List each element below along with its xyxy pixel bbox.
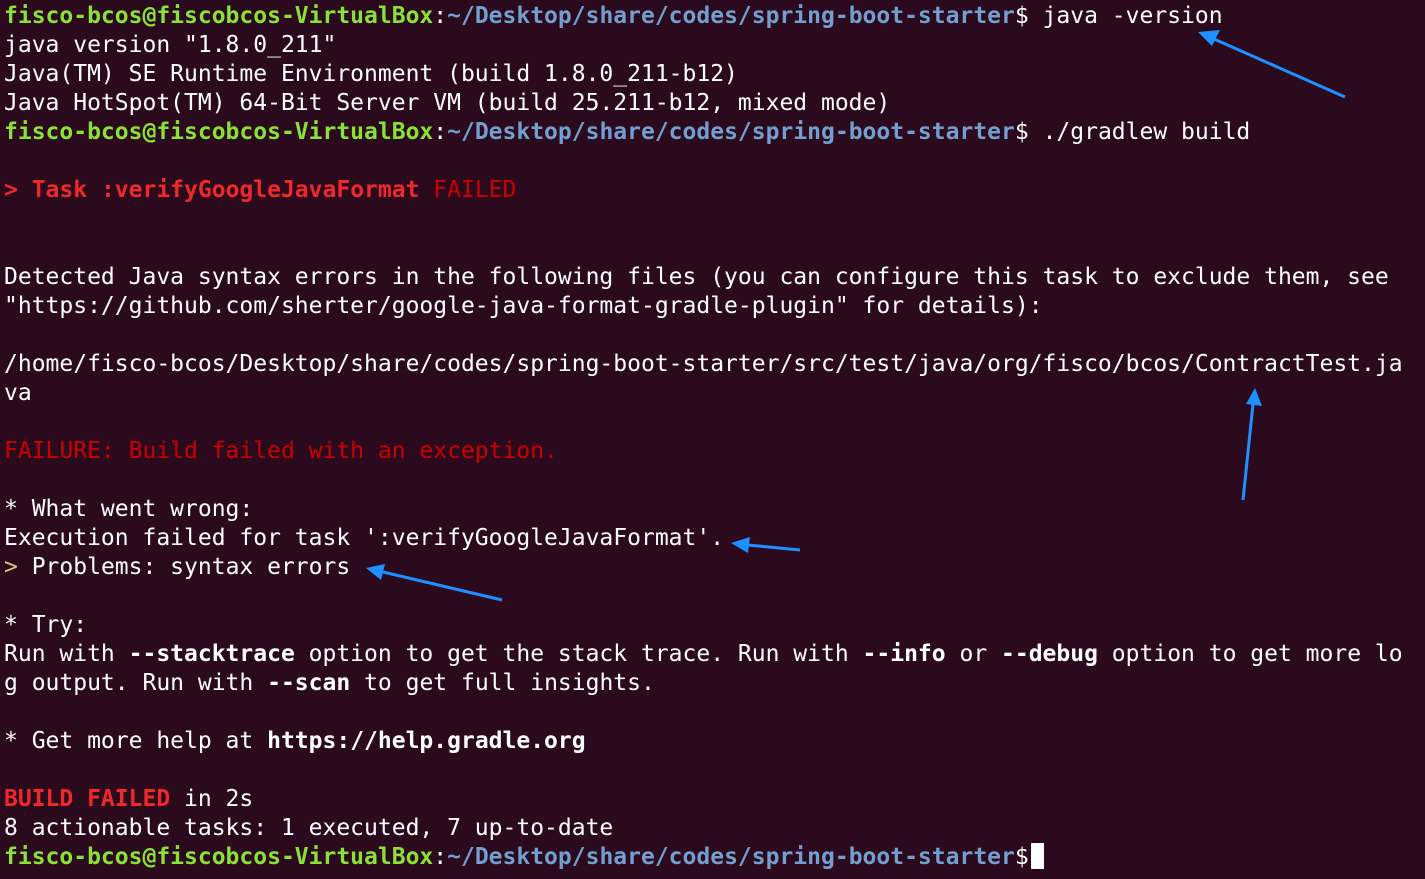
run-text: Run with xyxy=(4,641,129,667)
prompt-path: ~/Desktop/share/codes/spring-boot-starte… xyxy=(447,119,1015,145)
output-line: Execution failed for task ':verifyGoogle… xyxy=(4,525,725,551)
output-line: "https://github.com/sherter/google-java-… xyxy=(4,293,1043,319)
problems-line: > Problems: syntax errors xyxy=(4,553,1425,582)
task-line: > Task :verifyGoogleJavaFormat FAILED xyxy=(4,176,1425,205)
prompt-line: fisco-bcos@fiscobcos-VirtualBox:~/Deskto… xyxy=(4,118,1425,147)
try-line: g output. Run with --scan to get full in… xyxy=(4,669,1425,698)
prompt-line: fisco-bcos@fiscobcos-VirtualBox:~/Deskto… xyxy=(4,2,1425,31)
prompt-path: ~/Desktop/share/codes/spring-boot-starte… xyxy=(447,844,1015,870)
problems-arrow: > xyxy=(4,554,18,580)
run-text: g output. Run with xyxy=(4,670,268,696)
output-line: 8 actionable tasks: 1 executed, 7 up-to-… xyxy=(4,815,614,841)
failure-line: FAILURE: Build failed with an exception. xyxy=(4,438,558,464)
output-line: Detected Java syntax errors in the follo… xyxy=(4,264,1389,290)
scan-flag: --scan xyxy=(267,670,351,696)
build-result-line: BUILD FAILED in 2s xyxy=(4,785,1425,814)
prompt-user-host: fisco-bcos@fiscobcos-VirtualBox xyxy=(4,3,434,29)
output-line: * Try: xyxy=(4,612,88,638)
terminal-window[interactable]: fisco-bcos@fiscobcos-VirtualBox:~/Deskto… xyxy=(0,0,1425,879)
prompt-symbol: $ xyxy=(1014,3,1029,29)
command-text: ./gradlew build xyxy=(1028,119,1251,145)
help-text: * Get more help at xyxy=(4,728,268,754)
build-failed-label: BUILD FAILED xyxy=(4,786,171,812)
output-line: java version "1.8.0_211" xyxy=(4,32,337,58)
command-text: java -version xyxy=(1028,3,1223,29)
prompt-colon: : xyxy=(433,3,448,29)
debug-flag: --debug xyxy=(1001,641,1098,667)
prompt-path: ~/Desktop/share/codes/spring-boot-starte… xyxy=(447,3,1015,29)
prompt-colon: : xyxy=(433,844,448,870)
output-line: Java(TM) SE Runtime Environment (build 1… xyxy=(4,61,738,87)
try-line: Run with --stacktrace option to get the … xyxy=(4,640,1425,669)
run-text: option to get the stack trace. Run with xyxy=(294,641,863,667)
problems-text: Problems: syntax errors xyxy=(17,554,351,580)
prompt-line: fisco-bcos@fiscobcos-VirtualBox:~/Deskto… xyxy=(4,843,1425,872)
info-flag: --info xyxy=(862,641,946,667)
run-text: option to get more lo xyxy=(1097,641,1403,667)
task-status: FAILED xyxy=(419,177,517,203)
task-arrow: > xyxy=(4,177,18,203)
help-link[interactable]: https://help.gradle.org xyxy=(267,728,586,754)
prompt-symbol: $ xyxy=(1014,119,1029,145)
prompt-colon: : xyxy=(433,119,448,145)
task-label: Task :verifyGoogleJavaFormat xyxy=(17,177,420,203)
build-time: in 2s xyxy=(170,786,254,812)
stacktrace-flag: --stacktrace xyxy=(128,641,295,667)
prompt-user-host: fisco-bcos@fiscobcos-VirtualBox xyxy=(4,844,434,870)
prompt-symbol: $ xyxy=(1014,844,1029,870)
run-text: to get full insights. xyxy=(350,670,655,696)
help-line: * Get more help at https://help.gradle.o… xyxy=(4,727,1425,756)
output-line: Java HotSpot(TM) 64-Bit Server VM (build… xyxy=(4,90,891,116)
file-path-line: /home/fisco-bcos/Desktop/share/codes/spr… xyxy=(4,351,1403,377)
prompt-user-host: fisco-bcos@fiscobcos-VirtualBox xyxy=(4,119,434,145)
run-text: or xyxy=(945,641,1002,667)
file-path-line: va xyxy=(4,380,32,406)
text-cursor xyxy=(1030,843,1044,869)
output-line: * What went wrong: xyxy=(4,496,254,522)
